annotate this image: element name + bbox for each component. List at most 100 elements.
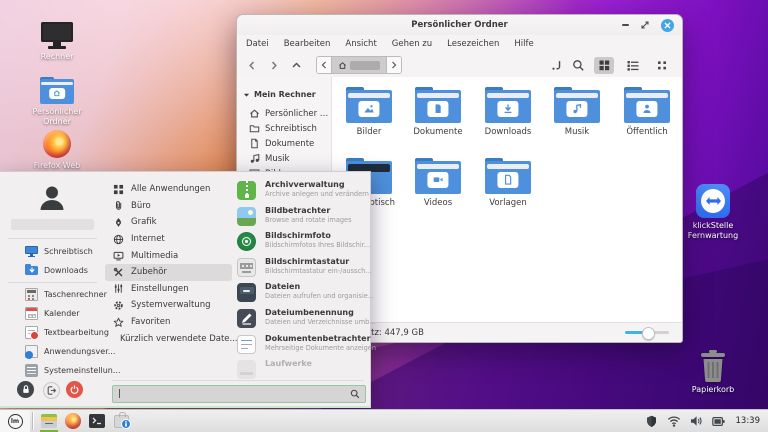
sidebar-section-my-computer[interactable]: Mein Rechner: [243, 90, 316, 99]
image-emblem-icon: [361, 103, 376, 114]
sidebar-item-music[interactable]: Musik: [249, 152, 289, 165]
wifi-icon[interactable]: [667, 415, 681, 427]
lock-screen-button[interactable]: [17, 381, 34, 398]
compact-view-button[interactable]: [652, 57, 672, 74]
menu-hilfe[interactable]: Hilfe: [514, 39, 533, 49]
menu-shortcut-calculator[interactable]: Taschenrechner: [25, 286, 107, 302]
folder-oeffentlich[interactable]: Öffentlich: [615, 87, 679, 137]
desktop-icon-trash[interactable]: Papierkorb: [674, 346, 752, 395]
menu-user-sidebar: Schreibtisch Downloads Taschenrechner Ka…: [0, 172, 105, 406]
paperclip-icon: [113, 200, 124, 211]
app-screenshot[interactable]: Bildschirmfoto Bildschirmfotos Ihres Bil…: [232, 230, 368, 256]
path-breadcrumb-home[interactable]: [331, 57, 387, 73]
app-document-viewer[interactable]: Dokumentenbetrachter Mehrseitige Dokumen…: [232, 333, 368, 359]
zoom-slider[interactable]: [625, 331, 669, 334]
rename-icon: [237, 309, 256, 328]
user-avatar[interactable]: [36, 182, 68, 218]
category-recent-files[interactable]: Kürzlich verwendete Date...: [105, 330, 232, 347]
taskbar-app-files[interactable]: [37, 410, 61, 432]
maximize-button[interactable]: [640, 20, 650, 30]
category-graphics[interactable]: Grafik: [105, 214, 232, 231]
folder-downloads[interactable]: Downloads: [476, 87, 540, 137]
category-all-applications[interactable]: Alle Anwendungen: [105, 181, 232, 198]
desktop-icon-computer[interactable]: Rechner: [18, 13, 96, 62]
desktop-icon-remote-support[interactable]: klickStelle Fernwartung: [674, 182, 752, 240]
category-accessories[interactable]: Zubehör: [105, 264, 232, 281]
icon-view-button[interactable]: [594, 57, 614, 74]
desktop-icon-home-folder[interactable]: Persönlicher Ordner: [18, 68, 96, 126]
menu-shortcut-app-manager[interactable]: Anwendungsver...: [25, 343, 115, 359]
firewall-shield-icon[interactable]: [645, 415, 658, 428]
taskbar: lm: [0, 409, 768, 432]
clock[interactable]: 13:39: [736, 416, 761, 426]
window-title: Persönlicher Ordner: [237, 20, 682, 30]
calendar-icon: [25, 307, 38, 320]
menu-search-input[interactable]: [113, 386, 365, 402]
back-button[interactable]: [247, 60, 257, 71]
computer-icon: [41, 22, 73, 49]
menu-shortcut-system-settings[interactable]: Systemeinstellun...: [25, 362, 121, 378]
menu-bearbeiten[interactable]: Bearbeiten: [284, 39, 331, 49]
up-button[interactable]: [291, 60, 302, 71]
menu-button[interactable]: lm: [0, 410, 30, 432]
app-onscreen-keyboard[interactable]: Bildschirmtastatur Bildschirmtastatur ei…: [232, 256, 368, 282]
path-scroll-right-button[interactable]: [387, 57, 401, 73]
star-icon: [113, 317, 124, 328]
location-entry-toggle-icon[interactable]: [550, 59, 563, 72]
zoom-slider-knob[interactable]: [642, 327, 655, 340]
keyboard-icon: [237, 258, 256, 277]
taskbar-app-software-manager[interactable]: [109, 410, 133, 432]
category-multimedia[interactable]: Multimedia: [105, 247, 232, 264]
sidebar-item-documents[interactable]: Dokumente: [249, 137, 314, 150]
tools-icon: [113, 267, 124, 278]
minimize-button[interactable]: [622, 24, 629, 26]
menu-ansicht[interactable]: Ansicht: [345, 39, 376, 49]
folder-icon: [249, 123, 260, 134]
category-office[interactable]: Büro: [105, 198, 232, 215]
search-icon[interactable]: [572, 59, 585, 72]
sidebar-item-home[interactable]: Persönlicher …: [249, 107, 328, 120]
taskbar-app-firefox[interactable]: [61, 410, 85, 432]
folder-dokumente[interactable]: Dokumente: [406, 87, 470, 137]
menu-place-desktop[interactable]: Schreibtisch: [25, 243, 93, 259]
taskbar-app-terminal[interactable]: [85, 410, 109, 432]
app-image-viewer[interactable]: Bildbetrachter Browse and rotate images: [232, 205, 368, 231]
software-manager-icon: [114, 415, 129, 428]
menu-lesezeichen[interactable]: Lesezeichen: [447, 39, 499, 49]
logout-button[interactable]: [43, 382, 60, 399]
music-icon: [249, 153, 260, 164]
close-icon: [664, 22, 671, 29]
app-file-renamer[interactable]: Dateiumbenennung Dateien und Verzeichnis…: [232, 307, 368, 333]
menu-shortcut-calendar[interactable]: Kalender: [25, 305, 80, 321]
globe-icon: [113, 234, 124, 245]
path-scroll-left-button[interactable]: [317, 57, 331, 73]
sidebar-item-desktop[interactable]: Schreibtisch: [249, 122, 317, 135]
close-button[interactable]: [661, 19, 674, 32]
battery-icon[interactable]: [712, 416, 725, 427]
folder-musik[interactable]: Musik: [545, 87, 609, 137]
folder-videos[interactable]: Videos: [406, 158, 470, 208]
volume-icon[interactable]: [690, 415, 703, 427]
window-titlebar[interactable]: Persönlicher Ordner: [237, 15, 682, 36]
folder-bilder[interactable]: Bilder: [337, 87, 401, 137]
category-settings[interactable]: Einstellungen: [105, 281, 232, 298]
category-internet[interactable]: Internet: [105, 231, 232, 248]
category-favorites[interactable]: Favoriten: [105, 314, 232, 331]
folder-icon: [624, 87, 670, 123]
power-button[interactable]: [66, 381, 83, 398]
menu-place-downloads[interactable]: Downloads: [25, 262, 88, 278]
text-caret: [119, 389, 120, 398]
folder-vorlagen[interactable]: Vorlagen: [476, 158, 540, 208]
menu-shortcut-text-editor[interactable]: Textbearbeitung: [25, 324, 109, 340]
taskbar-separator: [32, 412, 33, 430]
category-administration[interactable]: Systemverwaltung: [105, 297, 232, 314]
app-files[interactable]: Dateien Dateien aufrufen und organisie..…: [232, 281, 368, 307]
folder-icon: [346, 87, 392, 123]
menu-gehen-zu[interactable]: Gehen zu: [392, 39, 432, 49]
forward-button[interactable]: [269, 60, 279, 71]
list-view-button[interactable]: [623, 57, 643, 74]
menu-datei[interactable]: Datei: [246, 39, 269, 49]
folder-icon: [485, 158, 531, 194]
search-icon: [350, 389, 360, 399]
app-archive-manager[interactable]: Archivverwaltung Archive anlegen und ver…: [232, 179, 368, 205]
